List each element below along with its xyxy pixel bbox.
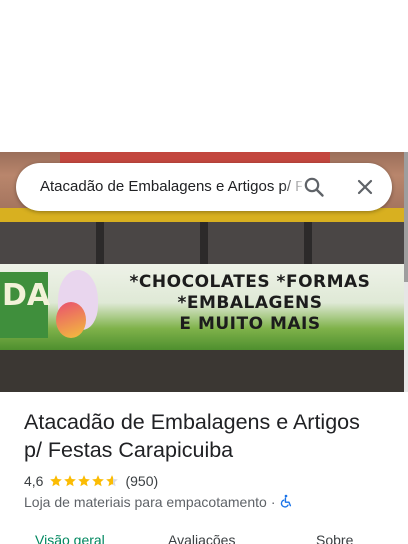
banner-text: *CHOCOLATES *FORMAS *EMBALAGENS E MUITO … — [100, 272, 400, 335]
place-title-line: p/ Festas Carapicuiba — [24, 438, 234, 462]
place-category: Loja de materiais para empacotamento — [24, 494, 267, 510]
storefront-awning — [0, 222, 404, 264]
rating-value: 4,6 — [24, 473, 44, 489]
place-title: Atacadão de Embalagens e Artigos p/ Fest… — [24, 408, 384, 464]
storefront-floor — [0, 350, 404, 392]
close-icon[interactable] — [353, 175, 377, 199]
storefront-logo-letters: DA — [2, 278, 51, 313]
photo-scrollbar[interactable] — [404, 152, 408, 392]
rating-row[interactable]: 4,6 (950) — [24, 472, 158, 490]
category-row: Loja de materiais para empacotamento · — [24, 493, 293, 511]
place-title-line: Atacadão de Embalagens e Artigos — [24, 410, 360, 434]
star-icon — [77, 474, 91, 488]
review-count[interactable]: (950) — [125, 473, 158, 489]
banner-line: E MUITO MAIS — [179, 314, 321, 334]
star-icon — [49, 474, 63, 488]
tab-overview[interactable]: Visão geral — [35, 532, 105, 544]
star-icon — [91, 474, 105, 488]
search-icon[interactable] — [302, 175, 326, 199]
star-icon — [105, 474, 119, 488]
tab-reviews[interactable]: Avaliações — [168, 532, 235, 544]
place-tabs: Visão geral Avaliações Sobre — [0, 530, 408, 544]
star-icon — [63, 474, 77, 488]
rating-stars — [49, 474, 119, 488]
wheelchair-icon — [279, 494, 293, 511]
banner-line: *CHOCOLATES *FORMAS — [129, 272, 371, 292]
banner-line: *EMBALAGENS — [177, 293, 323, 313]
blank-header-area — [0, 0, 408, 152]
scrollbar-thumb[interactable] — [404, 152, 408, 282]
search-input[interactable]: Atacadão de Embalagens e Artigos p/ Fest… — [40, 178, 302, 195]
search-bar[interactable]: Atacadão de Embalagens e Artigos p/ Fest… — [16, 163, 392, 211]
easter-egg-illustration — [56, 302, 86, 338]
separator-dot: · — [270, 494, 276, 510]
tab-about[interactable]: Sobre — [316, 532, 353, 544]
